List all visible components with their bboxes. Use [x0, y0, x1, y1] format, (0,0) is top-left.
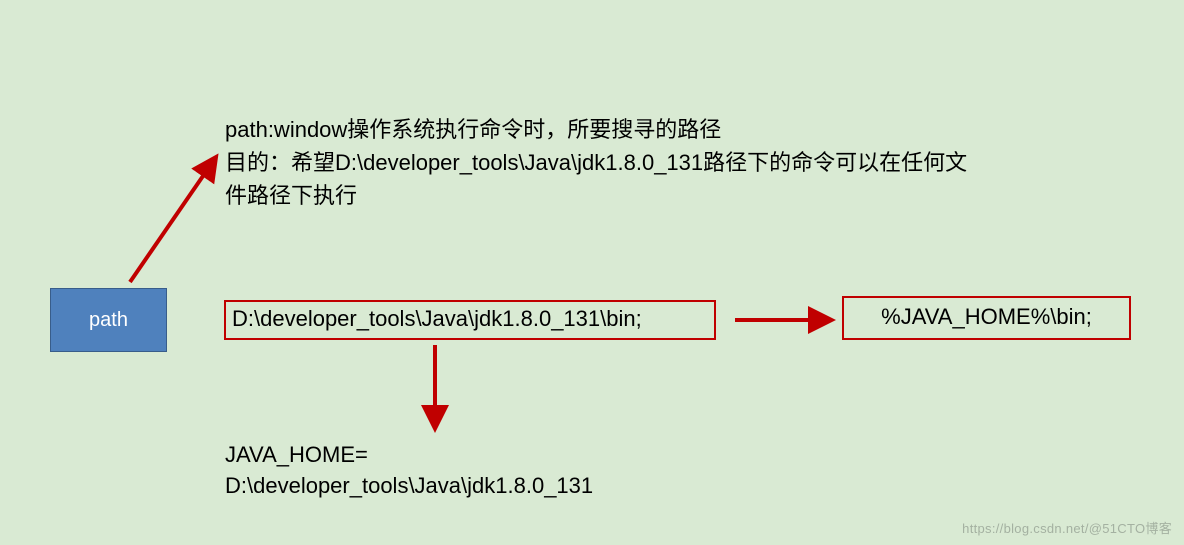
java-home-line2: D:\developer_tools\Java\jdk1.8.0_131 [225, 471, 593, 502]
path-variable-box: path [50, 288, 167, 352]
full-path-value: D:\developer_tools\Java\jdk1.8.0_131\bin… [232, 306, 642, 331]
path-description-line2: 目的：希望D:\developer_tools\Java\jdk1.8.0_13… [225, 146, 985, 212]
watermark-text: https://blog.csdn.net/@51CTO博客 [962, 518, 1172, 537]
java-home-definition: JAVA_HOME= D:\developer_tools\Java\jdk1.… [225, 440, 593, 502]
arrow-up-icon [130, 160, 214, 282]
path-variable-label: path [89, 309, 128, 332]
path-description-line1: path:window操作系统执行命令时，所要搜寻的路径 [225, 113, 985, 146]
path-description: path:window操作系统执行命令时，所要搜寻的路径 目的：希望D:\dev… [225, 113, 985, 212]
env-path-value: %JAVA_HOME%\bin; [881, 304, 1092, 329]
java-home-line1: JAVA_HOME= [225, 440, 593, 471]
full-path-box: D:\developer_tools\Java\jdk1.8.0_131\bin… [224, 300, 716, 340]
env-path-box: %JAVA_HOME%\bin; [842, 296, 1131, 340]
